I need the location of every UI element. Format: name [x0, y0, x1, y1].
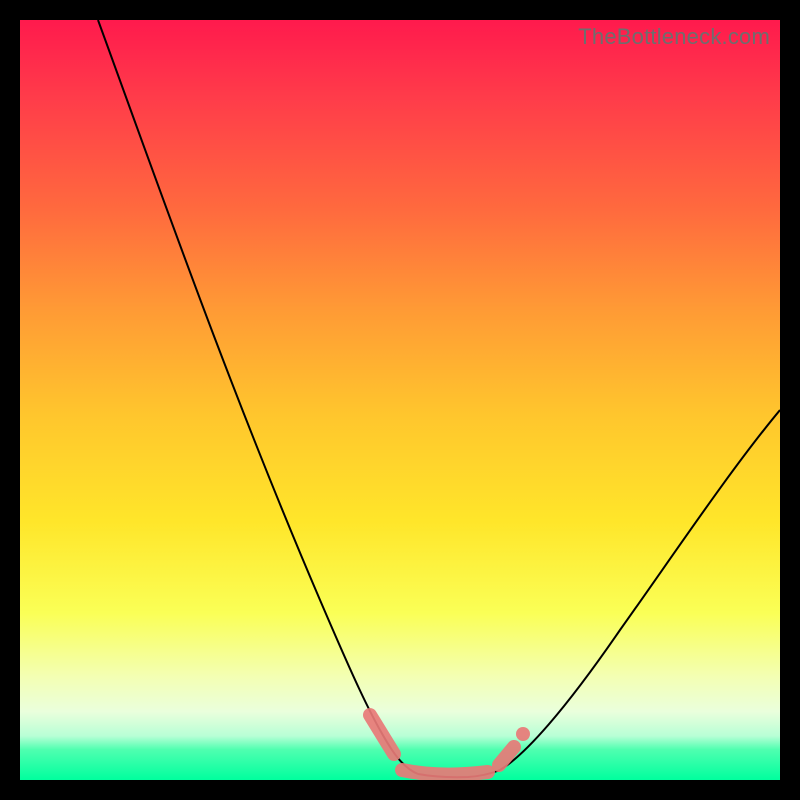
bottleneck-curve: [20, 20, 780, 780]
highlight-left-descent: [370, 715, 394, 754]
curve-left-branch: [98, 20, 418, 774]
chart-area: TheBottleneck.com: [20, 20, 780, 780]
highlight-right-dot: [516, 727, 530, 741]
highlight-valley-floor: [402, 770, 488, 775]
curve-right-branch: [500, 410, 780, 770]
